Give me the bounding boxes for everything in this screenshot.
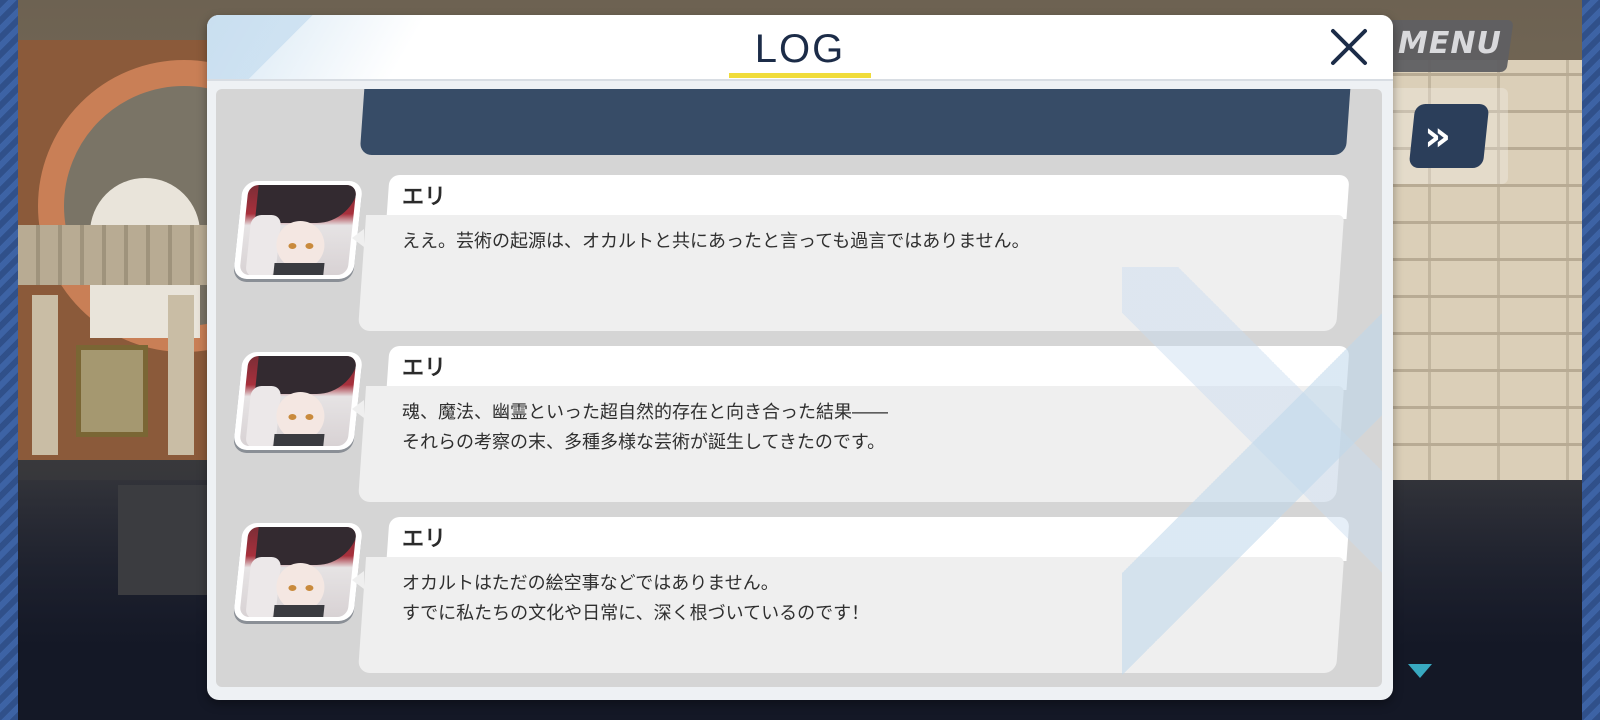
speaker-avatar <box>232 352 364 450</box>
fast-forward-icon: » <box>1424 111 1452 160</box>
name-tab <box>386 346 1350 390</box>
right-frame-border <box>1582 0 1600 720</box>
close-icon <box>1331 29 1367 65</box>
message-line: 魂、魔法、幽霊といった超自然的存在と向き合った結果―― <box>402 402 888 423</box>
balcony-railing <box>18 225 228 285</box>
bubble-tail <box>352 229 364 247</box>
log-dialog: LOG エリ ええ。芸術の起源は、オカルトと共にあったと言っても過言ではありませ… <box>207 15 1393 700</box>
message-line: すでに私たちの文化や日常に、深く根づいているのです！ <box>402 603 870 624</box>
speaker-avatar <box>232 181 364 279</box>
name-tab <box>386 517 1350 561</box>
dialog-title: LOG <box>754 27 846 71</box>
wall-painting <box>76 345 148 437</box>
log-entry: エリ ええ。芸術の起源は、オカルトと共にあったと言っても過言ではありません。 <box>216 175 1382 335</box>
log-entry: エリ オカルトはただの絵空事などではありません。 すでに私たちの文化や日常に、深… <box>216 517 1382 677</box>
message-line: ええ。芸術の起源は、オカルトと共にあったと言っても過言ではありません。 <box>402 231 1030 252</box>
message-line: それらの考察の末、多種多様な芸術が誕生してきたのです。 <box>402 432 886 453</box>
pillar <box>168 295 194 455</box>
log-entry: エリ 魂、魔法、幽霊といった超自然的存在と向き合った結果―― それらの考察の末、… <box>216 346 1382 506</box>
log-scroll-area[interactable]: エリ ええ。芸術の起源は、オカルトと共にあったと言っても過言ではありません。 エ… <box>216 89 1382 687</box>
bubble-tail <box>352 571 364 589</box>
speaker-name: エリ <box>402 356 447 381</box>
speaker-name: エリ <box>402 527 447 552</box>
close-button[interactable] <box>1327 25 1371 69</box>
scroll-down-icon[interactable] <box>1408 664 1432 678</box>
title-underline <box>729 73 871 78</box>
name-tab <box>386 175 1350 219</box>
speaker-avatar <box>232 523 364 621</box>
menu-label: MENU <box>1398 26 1502 61</box>
bubble-tail <box>352 400 364 418</box>
left-frame-border <box>0 0 18 720</box>
message-line: オカルトはただの絵空事などではありません。 <box>402 573 779 594</box>
speaker-name: エリ <box>402 185 447 210</box>
pillar <box>32 295 58 455</box>
dialog-header: LOG <box>207 15 1393 81</box>
previous-message-bubble <box>359 89 1351 155</box>
